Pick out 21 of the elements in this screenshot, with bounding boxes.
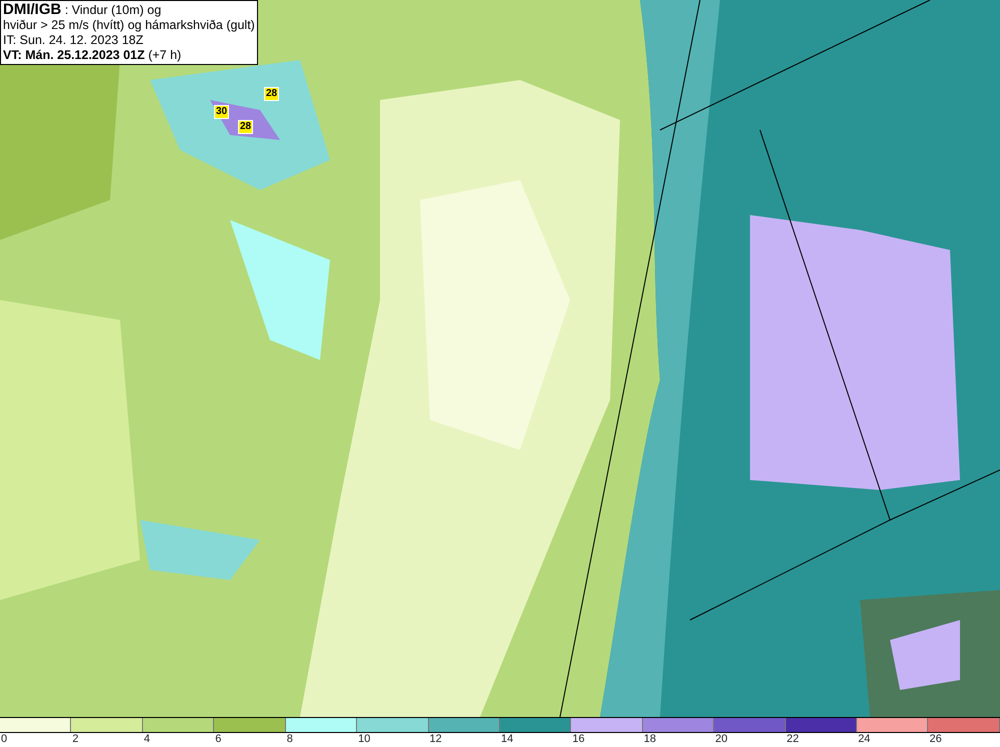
tick-label: 6 [215,733,222,745]
tick-label: 12 [430,733,442,745]
tick-label: 0 [1,733,8,745]
tick-label: 18 [644,733,656,745]
tick-label: 2 [72,733,79,745]
tick-label: 8 [286,733,293,745]
tick-label: 16 [572,733,585,745]
tick-label: 24 [858,733,870,745]
title-line: VT: Mán. 25.12.2023 01Z (+7 h) [3,48,182,63]
tick-label: 22 [786,733,799,745]
title-line: hviður > 25 m/s (hvítt) og hámarkshviða (gult) [3,18,255,33]
gust-label: 28 [238,120,254,134]
gust-label: 28 [264,87,280,101]
tick-label: 14 [500,733,514,745]
title-line: DMI/IGB : Vindur (10m) og [3,2,162,18]
tick-label: 20 [715,733,728,745]
tick-label: 26 [929,733,942,745]
tick-label: 10 [358,733,370,745]
title-line: IT: Sun. 24. 12. 2023 18Z [3,33,144,48]
gust-label: 30 [214,105,230,119]
tick-label: 4 [144,733,150,745]
